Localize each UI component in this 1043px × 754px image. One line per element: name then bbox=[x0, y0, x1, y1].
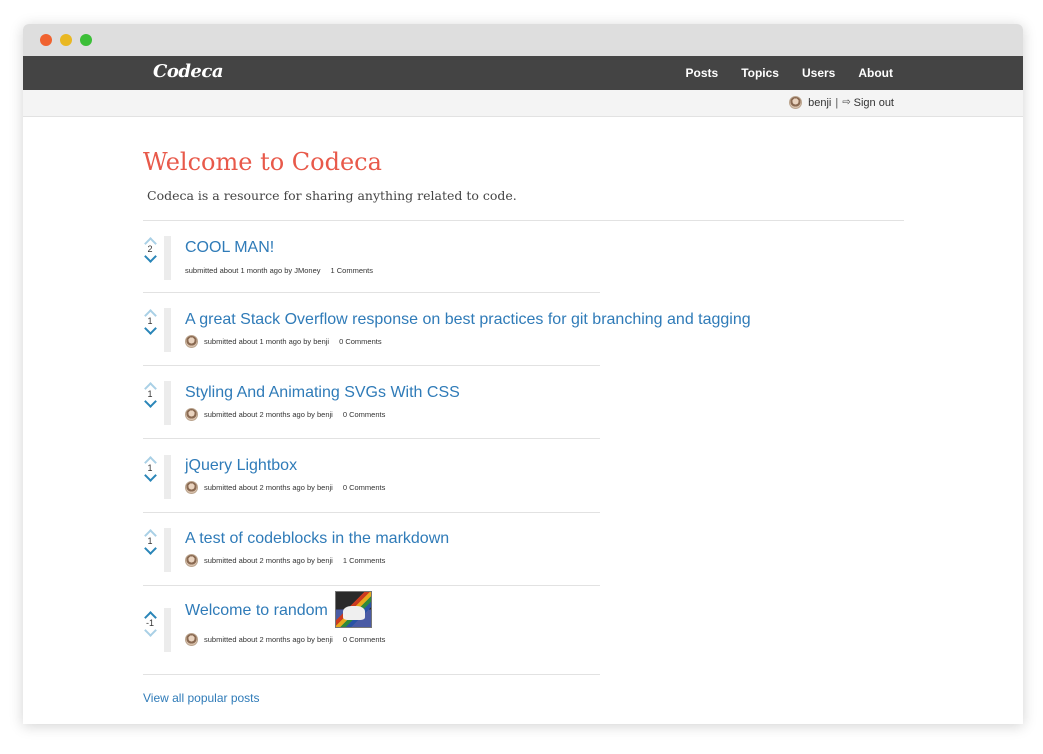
post-item: 1 A great Stack Overflow response on bes… bbox=[143, 308, 751, 354]
post-submitted-text: submitted about 2 months ago by benji bbox=[204, 410, 333, 419]
post-item: 1 A test of codeblocks in the markdown s… bbox=[143, 528, 600, 574]
post-meta: submitted about 2 months ago by benji 1 … bbox=[185, 554, 385, 567]
upvote-arrow-icon[interactable] bbox=[144, 308, 156, 316]
downvote-arrow-icon[interactable] bbox=[144, 327, 156, 335]
post-submitted-text: submitted about 2 months ago by benji bbox=[204, 556, 333, 565]
post-divider bbox=[143, 365, 600, 366]
post-title-link[interactable]: A great Stack Overflow response on best … bbox=[185, 311, 751, 329]
window-titlebar bbox=[23, 24, 1023, 56]
post-side-bar bbox=[164, 236, 171, 280]
author-avatar[interactable] bbox=[185, 408, 198, 421]
post-meta: submitted about 1 month ago by benji 0 C… bbox=[185, 335, 382, 348]
post-meta: submitted about 1 month ago by JMoney 1 … bbox=[185, 266, 373, 275]
post-meta: submitted about 2 months ago by benji 0 … bbox=[185, 408, 385, 421]
post-divider bbox=[143, 512, 600, 513]
sign-out-icon: ⇨ bbox=[842, 97, 851, 108]
vote-box: 1 bbox=[143, 528, 157, 555]
browser-window: Codeca Posts Topics Users About benji | … bbox=[23, 24, 1023, 724]
page-subtitle: Codeca is a resource for sharing anythin… bbox=[147, 188, 517, 203]
post-comments-link[interactable]: 0 Comments bbox=[339, 337, 382, 346]
nav-users-link[interactable]: Users bbox=[802, 66, 835, 80]
author-avatar[interactable] bbox=[185, 554, 198, 567]
post-submitted-text: submitted about 1 month ago by JMoney bbox=[185, 266, 321, 275]
vote-box: -1 bbox=[143, 610, 157, 637]
post-side-bar bbox=[164, 308, 171, 352]
nav-about-link[interactable]: About bbox=[858, 66, 893, 80]
post-side-bar bbox=[164, 528, 171, 572]
post-comments-link[interactable]: 0 Comments bbox=[343, 410, 386, 419]
post-title-link[interactable]: jQuery Lightbox bbox=[185, 457, 297, 475]
post-divider bbox=[143, 585, 600, 586]
maximize-window-button[interactable] bbox=[80, 34, 92, 46]
author-avatar[interactable] bbox=[185, 335, 198, 348]
post-side-bar bbox=[164, 381, 171, 425]
nav-links: Posts Topics Users About bbox=[663, 56, 893, 90]
post-title-link[interactable]: COOL MAN! bbox=[185, 239, 274, 257]
post-comments-link[interactable]: 1 Comments bbox=[343, 556, 386, 565]
downvote-arrow-icon[interactable] bbox=[144, 547, 156, 555]
userbar-separator: | bbox=[835, 96, 839, 109]
post-divider bbox=[143, 674, 600, 675]
post-submitted-text: submitted about 2 months ago by benji bbox=[204, 635, 333, 644]
downvote-arrow-icon[interactable] bbox=[144, 255, 156, 263]
post-thumbnail-image[interactable] bbox=[335, 591, 372, 628]
page-title: Welcome to Codeca bbox=[143, 148, 382, 176]
post-divider bbox=[143, 292, 600, 293]
divider bbox=[143, 220, 904, 221]
post-submitted-text: submitted about 1 month ago by benji bbox=[204, 337, 330, 346]
nav-posts-link[interactable]: Posts bbox=[686, 66, 719, 80]
close-window-button[interactable] bbox=[40, 34, 52, 46]
vote-box: 1 bbox=[143, 308, 157, 335]
downvote-arrow-icon[interactable] bbox=[144, 474, 156, 482]
post-divider bbox=[143, 438, 600, 439]
user-avatar[interactable] bbox=[789, 96, 803, 109]
upvote-arrow-icon[interactable] bbox=[144, 381, 156, 389]
username-link[interactable]: benji bbox=[808, 97, 831, 109]
post-title-link[interactable]: Welcome to random bbox=[185, 602, 328, 620]
post-meta: submitted about 2 months ago by benji 0 … bbox=[185, 481, 385, 494]
vote-box: 1 bbox=[143, 455, 157, 482]
post-side-bar bbox=[164, 608, 171, 652]
brand-logo[interactable]: Codeca bbox=[153, 61, 224, 82]
author-avatar[interactable] bbox=[185, 633, 198, 646]
post-comments-link[interactable]: 0 Comments bbox=[343, 483, 386, 492]
post-submitted-text: submitted about 2 months ago by benji bbox=[204, 483, 333, 492]
upvote-arrow-icon[interactable] bbox=[144, 236, 156, 244]
post-side-bar bbox=[164, 455, 171, 499]
vote-box: 1 bbox=[143, 381, 157, 408]
post-item: -1 Welcome to random submitted about 2 m… bbox=[143, 591, 600, 666]
post-title-link[interactable]: Styling And Animating SVGs With CSS bbox=[185, 384, 460, 402]
downvote-arrow-icon[interactable] bbox=[144, 629, 156, 637]
view-all-popular-posts-link[interactable]: View all popular posts bbox=[143, 691, 260, 705]
post-comments-link[interactable]: 1 Comments bbox=[331, 266, 374, 275]
author-avatar[interactable] bbox=[185, 481, 198, 494]
upvote-arrow-icon[interactable] bbox=[144, 455, 156, 463]
sign-out-link[interactable]: Sign out bbox=[854, 97, 894, 109]
post-item: 2 COOL MAN! submitted about 1 month ago … bbox=[143, 236, 600, 282]
post-title-link[interactable]: A test of codeblocks in the markdown bbox=[185, 530, 449, 548]
post-item: 1 Styling And Animating SVGs With CSS su… bbox=[143, 381, 600, 427]
vote-box: 2 bbox=[143, 236, 157, 263]
top-navbar: Codeca Posts Topics Users About bbox=[23, 56, 1023, 90]
post-meta: submitted about 2 months ago by benji 0 … bbox=[185, 633, 385, 646]
minimize-window-button[interactable] bbox=[60, 34, 72, 46]
post-comments-link[interactable]: 0 Comments bbox=[343, 635, 386, 644]
nav-topics-link[interactable]: Topics bbox=[741, 66, 779, 80]
upvote-arrow-icon[interactable] bbox=[144, 528, 156, 536]
user-bar: benji | ⇨ Sign out bbox=[23, 90, 1023, 117]
upvote-arrow-icon[interactable] bbox=[144, 610, 156, 618]
post-item: 1 jQuery Lightbox submitted about 2 mont… bbox=[143, 455, 600, 501]
downvote-arrow-icon[interactable] bbox=[144, 400, 156, 408]
